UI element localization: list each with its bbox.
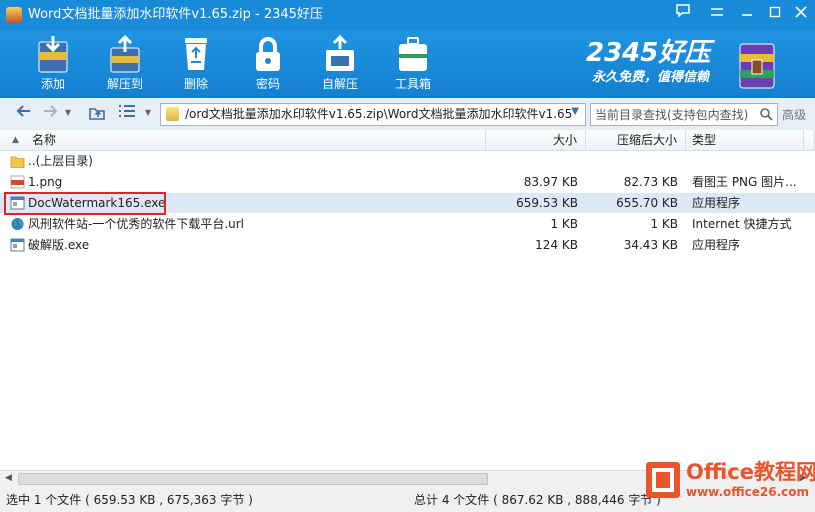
extract-to-button[interactable]: 解压到 xyxy=(97,32,153,94)
up-folder-button[interactable] xyxy=(86,104,108,122)
self-extract-button[interactable]: 自解压 xyxy=(312,32,368,94)
file-size: 124 KB xyxy=(535,238,578,252)
site-watermark: Office教程网 www.office26.com xyxy=(646,458,815,504)
toolbox-label: 工具箱 xyxy=(394,77,431,91)
brand-slogan: 永久免费，值得信赖 xyxy=(592,70,710,85)
file-name: 破解版.exe xyxy=(28,238,90,252)
folder-icon xyxy=(166,107,179,121)
file-type: Internet 快捷方式 xyxy=(692,217,792,231)
extract-to-label: 解压到 xyxy=(106,77,143,91)
padlock-icon xyxy=(256,37,280,71)
path-field[interactable]: /ord文档批量添加水印软件v1.65.zip\Word文档批量添加水印软件v1… xyxy=(160,103,586,126)
exe-file-icon xyxy=(10,238,25,252)
column-name[interactable]: ▲ 名称 xyxy=(0,130,486,150)
watermark-url: www.office26.com xyxy=(686,485,810,499)
file-compressed-size: 82.73 KB xyxy=(623,175,678,189)
search-icon[interactable] xyxy=(759,107,773,121)
column-type[interactable]: 类型 xyxy=(686,130,804,150)
watermark-title: Office教程网 xyxy=(686,460,815,484)
path-text: /ord文档批量添加水印软件v1.65.zip\Word文档批量添加水印软件v1… xyxy=(185,107,573,121)
add-button[interactable]: 添加 xyxy=(25,32,81,94)
file-compressed-size: 655.70 KB xyxy=(616,196,678,210)
add-label: 添加 xyxy=(40,77,65,91)
history-dropdown[interactable]: ▼ xyxy=(62,104,74,122)
minimize-button[interactable] xyxy=(736,4,758,24)
title-bar: Word文档批量添加水印软件v1.65.zip - 2345好压 xyxy=(0,0,815,30)
self-extract-label: 自解压 xyxy=(321,77,358,91)
sort-arrow-icon: ▲ xyxy=(12,135,19,145)
office-logo-icon xyxy=(646,462,680,498)
main-toolbar: 添加 解压到 删除 密码 自解压 工具箱 2345好压 永久免费，值得信赖 xyxy=(0,30,815,98)
delete-button[interactable]: 删除 xyxy=(168,32,224,94)
table-row[interactable]: 破解版.exe 124 KB 34.43 KB 应用程序 xyxy=(0,235,815,255)
file-type: 看图王 PNG 图片... xyxy=(692,175,797,189)
back-button[interactable] xyxy=(14,104,34,122)
png-file-icon xyxy=(10,175,25,189)
advanced-search-link[interactable]: 高级 xyxy=(782,106,806,123)
window-title: Word文档批量添加水印软件v1.65.zip - 2345好压 xyxy=(28,7,323,22)
password-button[interactable]: 密码 xyxy=(240,32,296,94)
file-compressed-size: 34.43 KB xyxy=(623,238,678,252)
archive-box-icon xyxy=(739,43,775,89)
maximize-button[interactable] xyxy=(764,4,786,24)
self-extract-icon xyxy=(326,34,354,71)
file-name: 1.png xyxy=(28,175,63,189)
view-mode-dropdown[interactable]: ▼ xyxy=(142,104,154,122)
file-size xyxy=(486,151,578,171)
column-header: ▲ 名称 大小 压缩后大小 类型 xyxy=(0,130,815,151)
address-bar: ▼ ▼ /ord文档批量添加水印软件v1.65.zip\Word文档批量添加水印… xyxy=(0,98,815,131)
up-folder-icon xyxy=(89,108,105,120)
app-logo-icon xyxy=(6,7,22,23)
search-box[interactable] xyxy=(590,103,778,126)
scroll-left-icon[interactable]: ◀ xyxy=(5,473,12,483)
brand-logo: 2345好压 xyxy=(586,38,711,68)
menu-icon[interactable] xyxy=(706,4,728,24)
forward-button[interactable] xyxy=(40,104,60,122)
extract-to-icon xyxy=(110,34,140,73)
password-label: 密码 xyxy=(255,77,280,91)
toolbox-icon xyxy=(399,37,427,71)
file-name: ..(上层目录) xyxy=(28,154,93,168)
folder-icon xyxy=(10,156,25,168)
table-row[interactable]: 风刑软件站-一个优秀的软件下载平台.url 1 KB 1 KB Internet… xyxy=(0,214,815,234)
file-size: 1 KB xyxy=(550,217,578,231)
status-total: 总计 4 个文件 ( 867.62 KB , 888,446 字节 ) xyxy=(414,493,661,507)
column-compressed-size[interactable]: 压缩后大小 xyxy=(586,130,686,150)
file-type: 应用程序 xyxy=(692,238,741,252)
close-button[interactable] xyxy=(790,4,812,24)
file-type xyxy=(692,151,802,171)
highlight-box xyxy=(4,192,166,215)
file-size: 659.53 KB xyxy=(516,196,578,210)
list-view-icon xyxy=(119,105,135,117)
file-list: ▲ 名称 大小 压缩后大小 类型 ..(上层目录) 1.png 83.97 KB… xyxy=(0,130,815,470)
chevron-down-icon[interactable]: ▼ xyxy=(571,106,579,117)
file-compressed-size: 1 KB xyxy=(650,217,678,231)
search-input[interactable] xyxy=(595,107,755,122)
column-size[interactable]: 大小 xyxy=(486,130,586,150)
column-extra[interactable] xyxy=(804,130,815,150)
file-type: 应用程序 xyxy=(692,196,741,210)
feedback-icon[interactable] xyxy=(672,4,694,24)
view-mode-button[interactable] xyxy=(116,104,138,122)
add-archive-icon xyxy=(38,36,68,73)
table-row[interactable]: ..(上层目录) xyxy=(0,151,815,171)
brand-area: 2345好压 永久免费，值得信赖 xyxy=(580,38,730,90)
file-compressed-size xyxy=(586,151,678,171)
globe-icon xyxy=(11,218,24,230)
status-selected: 选中 1 个文件 ( 659.53 KB , 675,363 字节 ) xyxy=(6,493,253,507)
recycle-bin-icon xyxy=(185,38,207,70)
file-name: 风刑软件站-一个优秀的软件下载平台.url xyxy=(28,217,245,231)
file-size: 83.97 KB xyxy=(523,175,578,189)
delete-label: 删除 xyxy=(183,77,208,91)
scrollbar-thumb[interactable] xyxy=(18,473,488,485)
toolbox-button[interactable]: 工具箱 xyxy=(385,32,441,94)
table-row[interactable]: 1.png 83.97 KB 82.73 KB 看图王 PNG 图片... xyxy=(0,172,815,192)
